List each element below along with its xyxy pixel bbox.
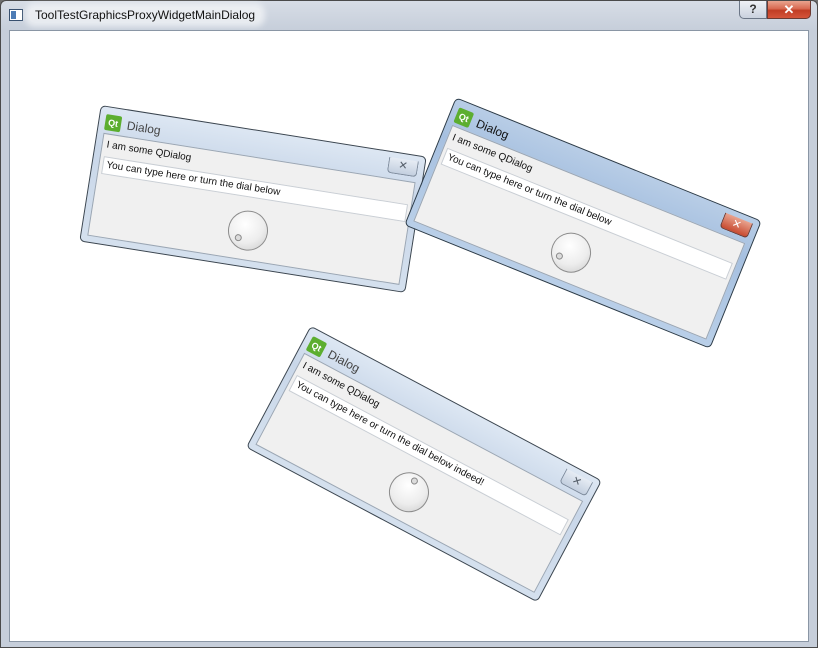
dialog-1-dial[interactable] — [225, 207, 271, 254]
proxy-dialog-1[interactable]: Qt Dialog ✕ I am some QDialog You can ty… — [79, 105, 427, 293]
qt-logo-icon: Qt — [453, 107, 475, 129]
qt-logo-icon: Qt — [103, 114, 123, 133]
caption-buttons: ? ✕ — [739, 1, 811, 21]
dial-knob-icon — [409, 476, 420, 486]
app-window-icon[interactable] — [9, 9, 23, 21]
dialog-2-dial[interactable] — [544, 226, 598, 279]
dialog-1-title: Dialog — [125, 118, 162, 138]
close-button[interactable]: ✕ — [767, 1, 811, 19]
proxy-dialog-3[interactable]: Qt Dialog ✕ I am some QDialog You can ty… — [245, 325, 603, 603]
dialog-3-dial[interactable] — [381, 465, 437, 520]
dial-knob-icon — [554, 251, 564, 261]
help-button[interactable]: ? — [739, 1, 767, 19]
proxy-dialog-2[interactable]: Qt Dialog ✕ I am some QDialog You can ty… — [404, 97, 762, 349]
title-bar[interactable]: ToolTestGraphicsProxyWidgetMainDialog ? … — [1, 1, 817, 29]
dialog-1-close-button[interactable]: ✕ — [386, 156, 419, 178]
graphics-view[interactable]: Qt Dialog ✕ I am some QDialog You can ty… — [9, 30, 809, 642]
main-window: ToolTestGraphicsProxyWidgetMainDialog ? … — [0, 0, 818, 648]
dial-knob-icon — [234, 233, 243, 242]
window-title: ToolTestGraphicsProxyWidgetMainDialog — [29, 7, 262, 23]
